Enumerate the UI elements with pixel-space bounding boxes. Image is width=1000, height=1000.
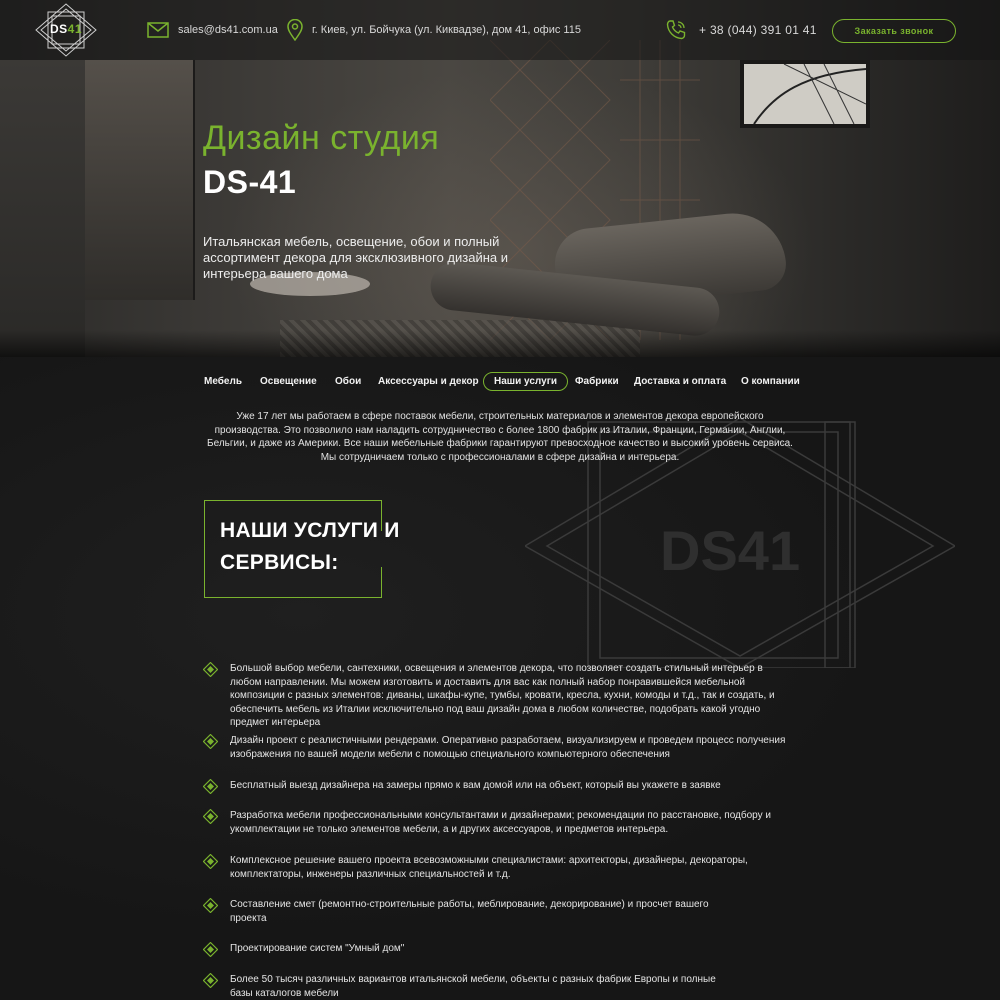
- hero-floor: [0, 330, 1000, 357]
- intro-text: Уже 17 лет мы работаем в сфере поставок …: [207, 411, 793, 463]
- nav-item-delivery[interactable]: Доставка и оплата: [624, 372, 736, 391]
- diamond-bullet-icon: [203, 809, 218, 824]
- diamond-bullet-icon: [203, 662, 218, 677]
- service-text: Большой выбор мебели, сантехники, освеще…: [230, 663, 775, 728]
- service-text: Составление смет (ремонтно-строительные …: [230, 899, 709, 924]
- diamond-bullet-icon: [203, 973, 218, 988]
- nav-item-factories[interactable]: Фабрики: [565, 372, 629, 391]
- email-contact[interactable]: sales@ds41.com.ua: [147, 0, 278, 60]
- diamond-bullet-icon: [203, 779, 218, 794]
- service-text: Более 50 тысяч различных вариантов италь…: [230, 974, 716, 999]
- nav-item-lighting[interactable]: Освещение: [250, 372, 327, 391]
- hero-wall-art: [740, 60, 870, 128]
- diamond-bullet-icon: [203, 734, 218, 749]
- logo-main: DS: [49, 22, 68, 36]
- logo[interactable]: DS41: [34, 2, 98, 58]
- nav-item-furniture[interactable]: Мебель: [194, 372, 252, 391]
- top-bar: DS41 sales@ds41.com.ua г. Киев, ул. Бойч…: [0, 0, 1000, 60]
- hero-title: Дизайн студия: [203, 119, 440, 157]
- phone-contact[interactable]: + 38 (044) 391 01 41: [665, 0, 817, 60]
- callback-button[interactable]: Заказать звонок: [832, 19, 956, 43]
- hero-description: Итальянская мебель, освещение, обои и по…: [203, 234, 509, 281]
- hero-mirror: [85, 60, 195, 300]
- services-title: НАШИ УСЛУГИ И СЕРВИСЫ:: [220, 515, 480, 579]
- main-nav: Мебель Освещение Обои Аксессуары и декор…: [0, 372, 1000, 392]
- phone-text[interactable]: + 38 (044) 391 01 41: [699, 23, 817, 37]
- hero-brand: DS-41: [203, 164, 297, 200]
- services-title-line2: СЕРВИСЫ:: [220, 551, 339, 574]
- diamond-bullet-icon: [203, 942, 218, 957]
- nav-item-services[interactable]: Наши услуги: [483, 372, 569, 391]
- services-title-line1: НАШИ УСЛУГИ И: [220, 519, 400, 542]
- address-text: г. Киев, ул. Бойчука (ул. Киквадзе), дом…: [312, 24, 581, 36]
- logo-text: DS41: [34, 22, 98, 36]
- hero-wall: [0, 60, 85, 357]
- diamond-bullet-icon: [203, 898, 218, 913]
- service-text: Комплексное решение вашего проекта всево…: [230, 855, 748, 880]
- service-text: Разработка мебели профессиональными конс…: [230, 810, 771, 835]
- nav-item-wallpaper[interactable]: Обои: [325, 372, 371, 391]
- nav-item-about[interactable]: О компании: [731, 372, 810, 391]
- service-text: Дизайн проект с реалистичными рендерами.…: [230, 735, 786, 760]
- diamond-bullet-icon: [203, 854, 218, 869]
- email-text[interactable]: sales@ds41.com.ua: [178, 24, 278, 36]
- phone-icon: [665, 19, 687, 41]
- address-contact: г. Киев, ул. Бойчука (ул. Киквадзе), дом…: [287, 0, 581, 60]
- logo-accent: 41: [67, 22, 83, 36]
- service-text: Проектирование систем "Умный дом": [230, 943, 405, 954]
- location-pin-icon: [287, 19, 303, 41]
- service-text: Бесплатный выезд дизайнера на замеры пря…: [230, 780, 721, 791]
- nav-item-accessories[interactable]: Аксессуары и декор: [368, 372, 489, 391]
- envelope-icon: [147, 22, 169, 38]
- watermark-text: DS41: [660, 519, 800, 582]
